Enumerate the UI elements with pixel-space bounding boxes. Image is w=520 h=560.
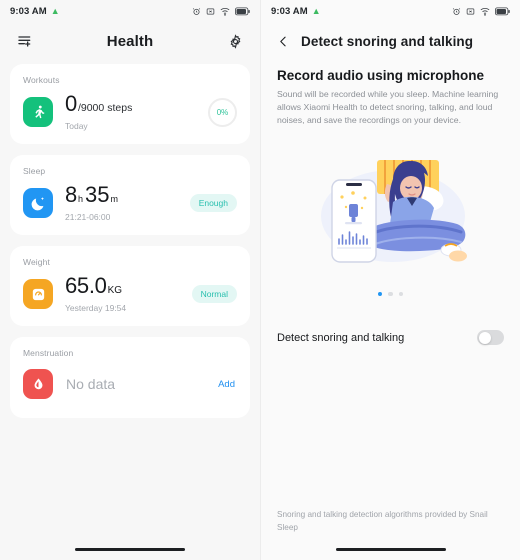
steps-goal: /9000 <box>77 102 105 114</box>
metric: 0 /9000 steps <box>65 93 208 115</box>
progress-percent: 0% <box>216 107 229 117</box>
page-title: Health <box>106 32 154 50</box>
illustration-carousel[interactable] <box>261 134 520 284</box>
carousel-dot-2[interactable] <box>388 291 393 297</box>
mute-icon <box>466 7 475 16</box>
battery-icon <box>495 7 510 16</box>
steps-value: 0 <box>65 91 77 116</box>
detect-snoring-screen: 9:03 AM ▲ Detect snoring and talking Rec… <box>260 0 520 560</box>
card-meta: 21:21-06:00 <box>65 212 111 222</box>
list-add-icon[interactable] <box>14 30 36 52</box>
card-row: 0 /9000 steps Today 0% <box>23 93 237 131</box>
card-meta: Yesterday 19:54 <box>65 303 127 313</box>
status-bar-time: 9:03 AM <box>10 5 47 17</box>
metric: 8 h 35 m <box>65 184 190 206</box>
scale-icon <box>23 279 53 309</box>
status-bar-icons <box>192 7 250 16</box>
card-title: Sleep <box>23 166 46 176</box>
carousel-dot-3[interactable] <box>398 291 404 297</box>
toggle-label: Detect snoring and talking <box>277 331 405 344</box>
leaf-icon: ▲ <box>311 6 321 16</box>
section-description: Sound will be recorded while you sleep. … <box>277 89 499 126</box>
card-title: Menstruation <box>23 348 74 358</box>
card-meta: Today <box>65 121 88 131</box>
sleep-minutes-unit: m <box>110 194 118 204</box>
status-badge: Enough <box>189 194 237 212</box>
section-heading: Record audio using microphone <box>277 68 485 83</box>
status-bar: 9:03 AM ▲ <box>261 0 520 22</box>
sleep-minutes: 35 <box>84 182 110 207</box>
detect-snoring-toggle-row[interactable]: Detect snoring and talking <box>261 330 520 346</box>
status-bar-time: 9:03 AM <box>271 5 308 17</box>
steps-unit: steps <box>107 102 133 114</box>
home-indicator <box>335 547 446 551</box>
card-content: 0 /9000 steps Today <box>65 93 208 132</box>
wifi-icon <box>220 7 230 16</box>
empty-state-text: No data <box>66 376 116 392</box>
metric: 65.0 KG <box>65 275 192 297</box>
droplet-icon <box>23 369 53 399</box>
card-content: 65.0 KG Yesterday 19:54 <box>65 275 192 314</box>
status-bar: 9:03 AM ▲ <box>0 0 260 22</box>
card-title: Workouts <box>23 75 60 85</box>
card-row: No data Add <box>23 366 237 405</box>
card-row: 65.0 KG Yesterday 19:54 Normal <box>23 275 237 313</box>
health-cards-list: Workouts 0 /9000 steps Today 0% Sleep 8 … <box>0 60 260 418</box>
alarm-icon <box>192 7 201 16</box>
footer-note: Snoring and talking detection algorithms… <box>277 510 488 532</box>
status-badge: Normal <box>191 285 237 303</box>
card-workouts[interactable]: Workouts 0 /9000 steps Today 0% <box>10 64 250 144</box>
carousel-dots[interactable] <box>261 291 520 297</box>
carousel-dot-1[interactable] <box>377 291 383 297</box>
battery-icon <box>235 7 250 16</box>
moon-icon <box>23 188 53 218</box>
card-sleep[interactable]: Sleep 8 h 35 m 21:21-06:00 Enough <box>10 155 250 235</box>
page-header: Detect snoring and talking <box>261 22 520 60</box>
card-menstruation[interactable]: Menstruation No data Add <box>10 337 250 418</box>
running-icon <box>23 97 53 127</box>
home-indicator <box>75 547 185 551</box>
add-button[interactable]: Add <box>216 377 237 392</box>
mute-icon <box>206 7 215 16</box>
app-header: Health <box>0 22 260 60</box>
sleep-hours: 8 <box>65 182 77 207</box>
page-title: Detect snoring and talking <box>301 33 474 49</box>
progress-ring: 0% <box>208 97 237 127</box>
card-weight[interactable]: Weight 65.0 KG Yesterday 19:54 Normal <box>10 246 250 326</box>
chevron-left-icon[interactable] <box>273 30 293 52</box>
gear-icon[interactable] <box>224 30 246 52</box>
section-intro: Record audio using microphone Sound will… <box>261 60 520 128</box>
card-title: Weight <box>23 257 50 267</box>
weight-value: 65.0 <box>65 273 107 298</box>
sleep-hours-unit: h <box>77 194 83 204</box>
weight-unit: KG <box>107 285 123 296</box>
wifi-icon <box>480 7 490 16</box>
switch-knob <box>478 331 491 344</box>
status-bar-icons <box>452 7 510 16</box>
card-content: 8 h 35 m 21:21-06:00 <box>65 184 190 223</box>
leaf-icon: ▲ <box>50 6 60 16</box>
dual-screenshot-container: 9:03 AM ▲ Health Workouts 0 /9000 steps … <box>0 0 520 560</box>
card-row: 8 h 35 m 21:21-06:00 Enough <box>23 184 237 222</box>
health-home-screen: 9:03 AM ▲ Health Workouts 0 /9000 steps … <box>0 0 260 560</box>
alarm-icon <box>452 7 461 16</box>
sleeping-person-with-phone-illustration <box>320 159 467 263</box>
detect-snoring-switch[interactable] <box>477 330 504 346</box>
